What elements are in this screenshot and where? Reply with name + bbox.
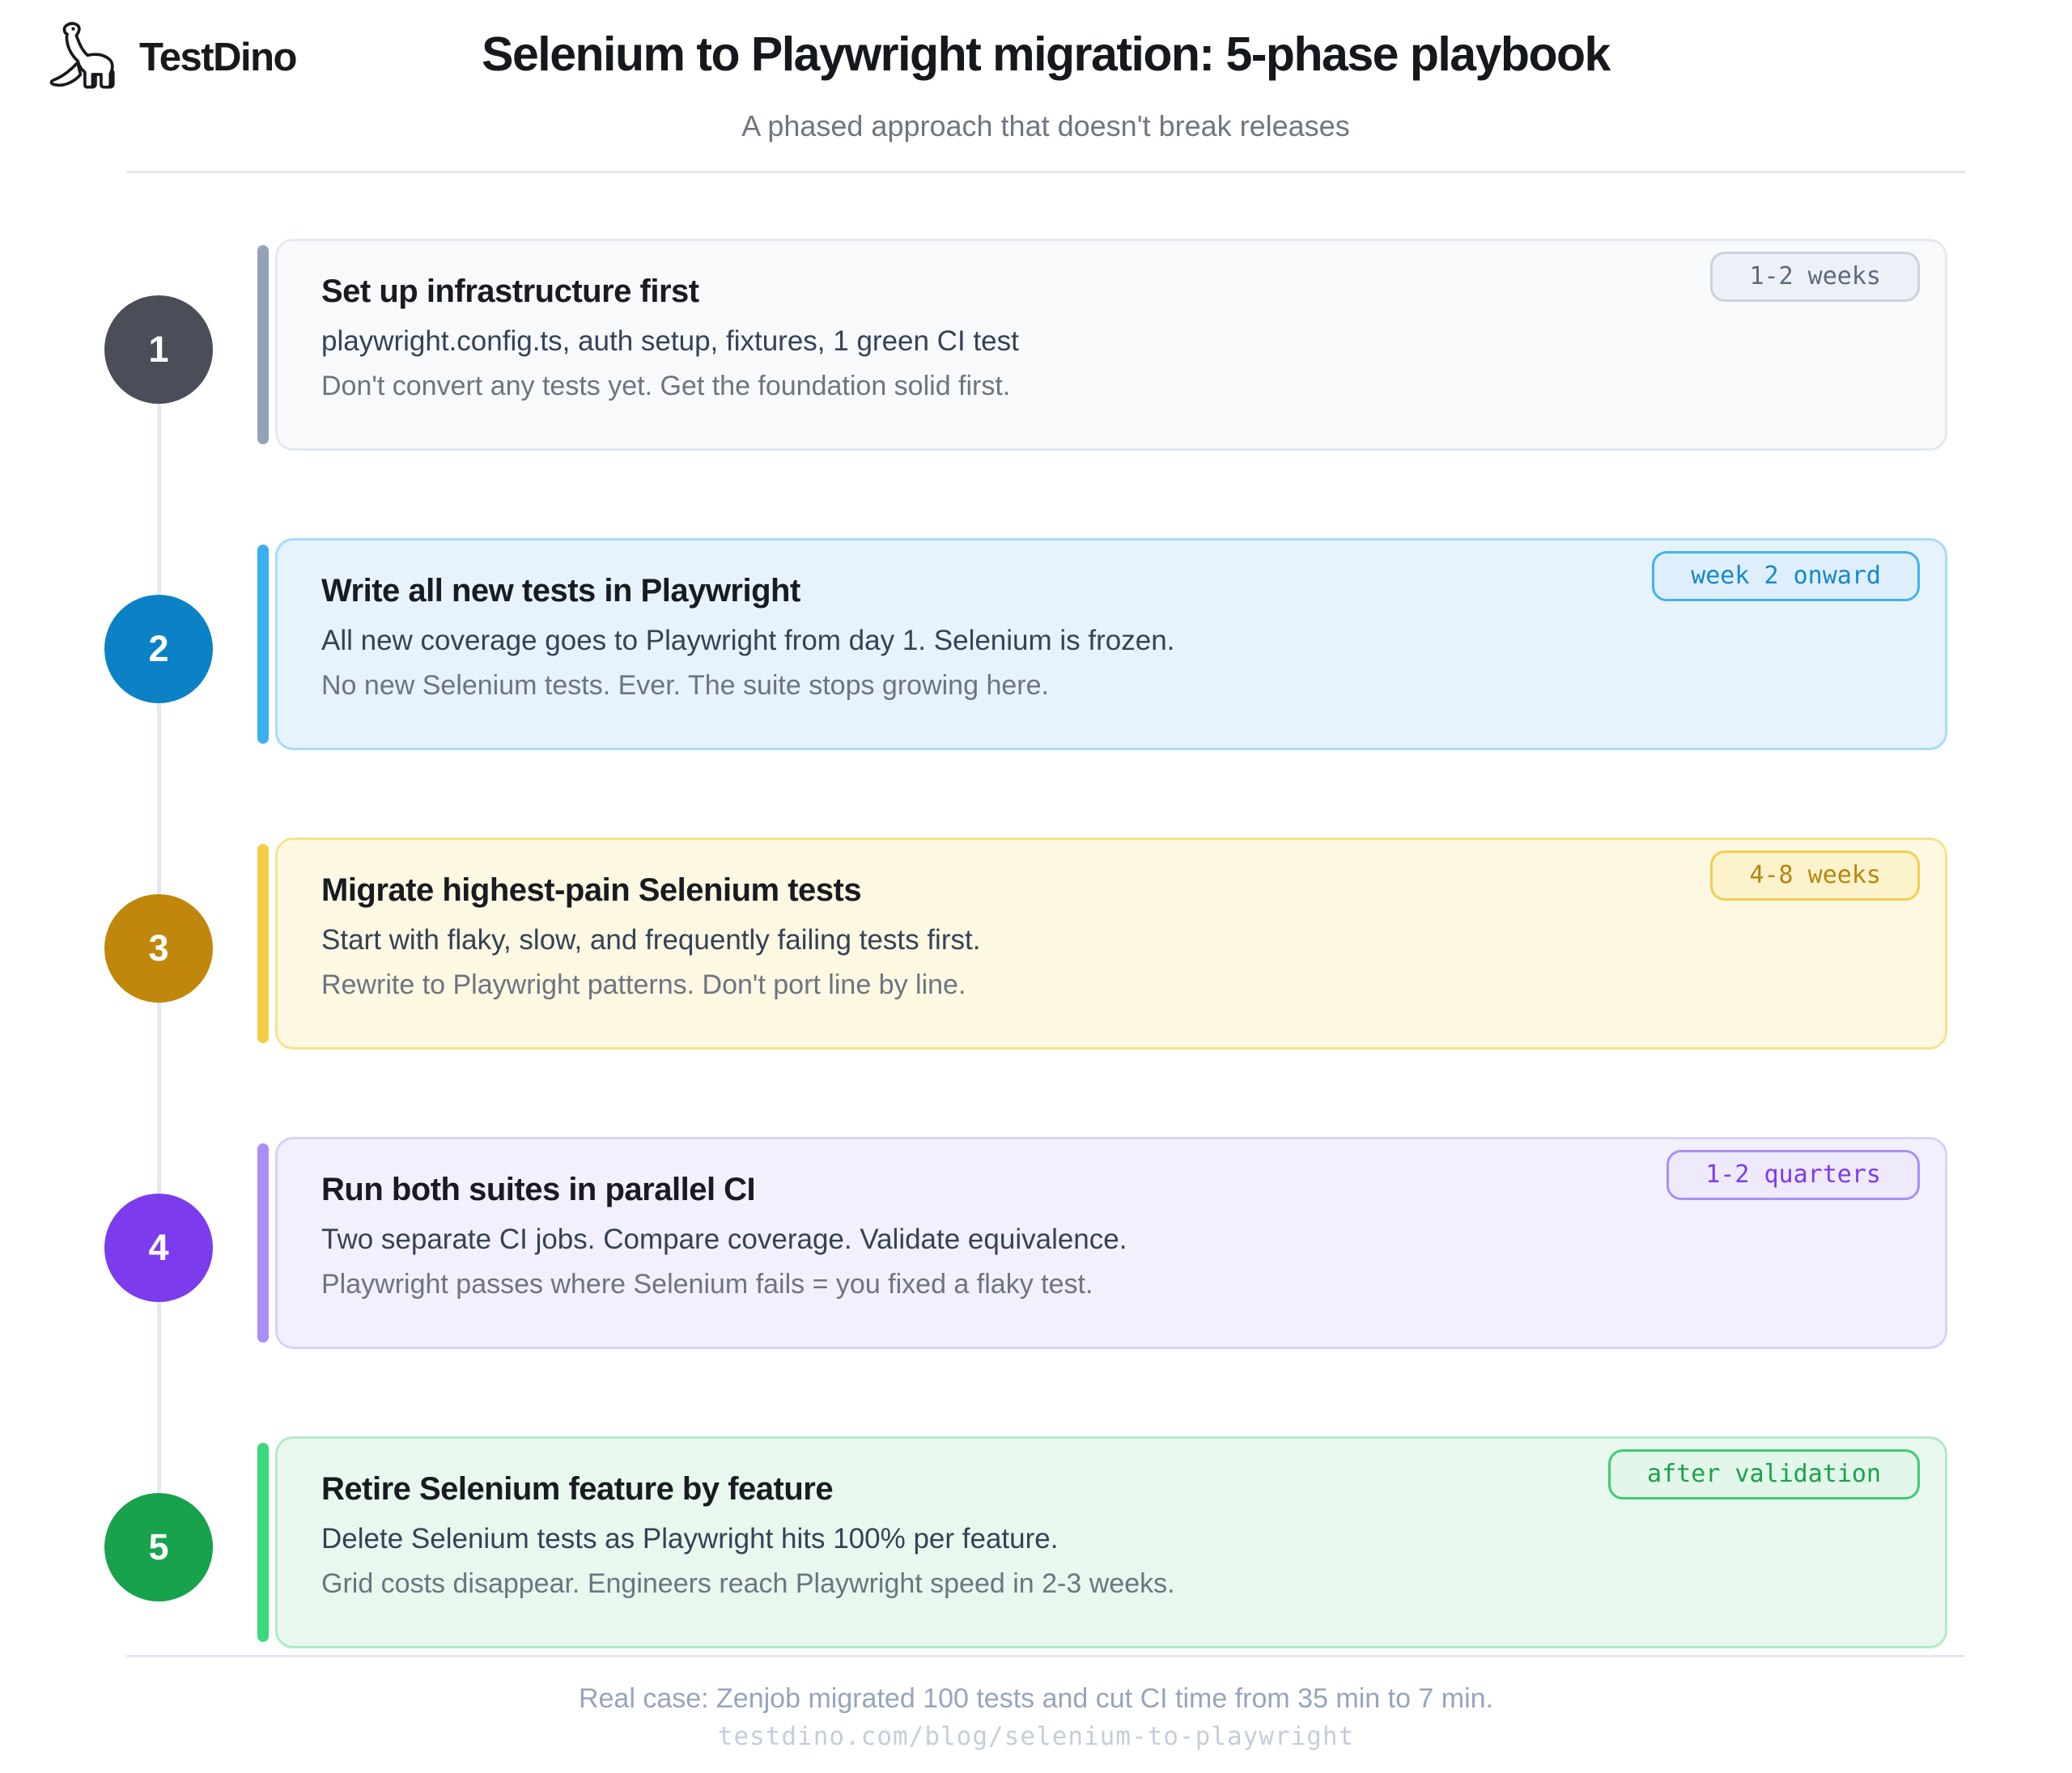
infographic-root: TestDino Selenium to Playwright migratio…	[0, 0, 2072, 1773]
phase-duration-badge: 1-2 quarters	[1667, 1150, 1920, 1200]
phase-row: 2 week 2 onward Write all new tests in P…	[0, 538, 2072, 750]
phase-note: No new Selenium tests. Ever. The suite s…	[321, 672, 1913, 699]
phase-card: 1-2 quarters Run both suites in parallel…	[275, 1137, 1947, 1349]
phase-description: playwright.config.ts, auth setup, fixtur…	[321, 327, 1913, 355]
phase-card: 1-2 weeks Set up infrastructure first pl…	[275, 239, 1947, 451]
phase-number-badge: 2	[104, 595, 213, 703]
phase-note: Don't convert any tests yet. Get the fou…	[321, 372, 1913, 400]
phase-description: Start with flaky, slow, and frequently f…	[321, 926, 1913, 954]
phase-number-badge: 5	[104, 1493, 213, 1601]
source-url: testdino.com/blog/selenium-to-playwright	[0, 1722, 2072, 1751]
phase-number: 3	[148, 927, 168, 969]
case-study-note: Real case: Zenjob migrated 100 tests and…	[0, 1683, 2072, 1715]
phase-note: Rewrite to Playwright patterns. Don't po…	[321, 971, 1913, 999]
phase-description: Two separate CI jobs. Compare coverage. …	[321, 1225, 1913, 1253]
phase-number-badge: 4	[104, 1194, 213, 1302]
phase-duration-badge: after validation	[1608, 1449, 1920, 1499]
phase-card: week 2 onward Write all new tests in Pla…	[275, 538, 1947, 750]
phase-duration-badge: 1-2 weeks	[1710, 252, 1920, 302]
phase-accent-bar	[257, 844, 269, 1043]
page-subtitle: A phased approach that doesn't break rel…	[126, 109, 1965, 143]
phase-description: All new coverage goes to Playwright from…	[321, 626, 1913, 655]
page-title: Selenium to Playwright migration: 5-phas…	[126, 28, 1965, 83]
phase-description: Delete Selenium tests as Playwright hits…	[321, 1525, 1913, 1553]
phase-duration-badge: 4-8 weeks	[1710, 850, 1920, 901]
phase-row: 5 after validation Retire Selenium featu…	[0, 1436, 2072, 1648]
phase-number-badge: 3	[104, 894, 213, 1003]
phase-row: 1 1-2 weeks Set up infrastructure first …	[0, 239, 2072, 451]
phase-title: Migrate highest-pain Selenium tests	[321, 874, 1913, 906]
phase-card: 4-8 weeks Migrate highest-pain Selenium …	[275, 838, 1947, 1050]
phase-row: 4 1-2 quarters Run both suites in parall…	[0, 1137, 2072, 1349]
phase-duration-badge: week 2 onward	[1652, 551, 1920, 601]
phase-accent-bar	[257, 545, 269, 744]
phase-number: 5	[148, 1526, 168, 1568]
phase-accent-bar	[257, 1143, 269, 1342]
header-divider	[126, 171, 1965, 173]
phase-accent-bar	[257, 245, 269, 444]
testdino-dinosaur-icon	[45, 21, 123, 94]
phase-card: after validation Retire Selenium feature…	[275, 1436, 1947, 1648]
footer-divider	[126, 1655, 1965, 1657]
phase-accent-bar	[257, 1443, 269, 1642]
phase-note: Playwright passes where Selenium fails =…	[321, 1270, 1913, 1298]
phase-note: Grid costs disappear. Engineers reach Pl…	[321, 1570, 1913, 1597]
phase-title: Set up infrastructure first	[321, 275, 1913, 308]
phase-number: 4	[148, 1227, 168, 1269]
phase-number: 1	[148, 329, 168, 371]
phase-row: 3 4-8 weeks Migrate highest-pain Seleniu…	[0, 838, 2072, 1050]
phase-number: 2	[148, 628, 168, 670]
phase-number-badge: 1	[104, 295, 213, 404]
